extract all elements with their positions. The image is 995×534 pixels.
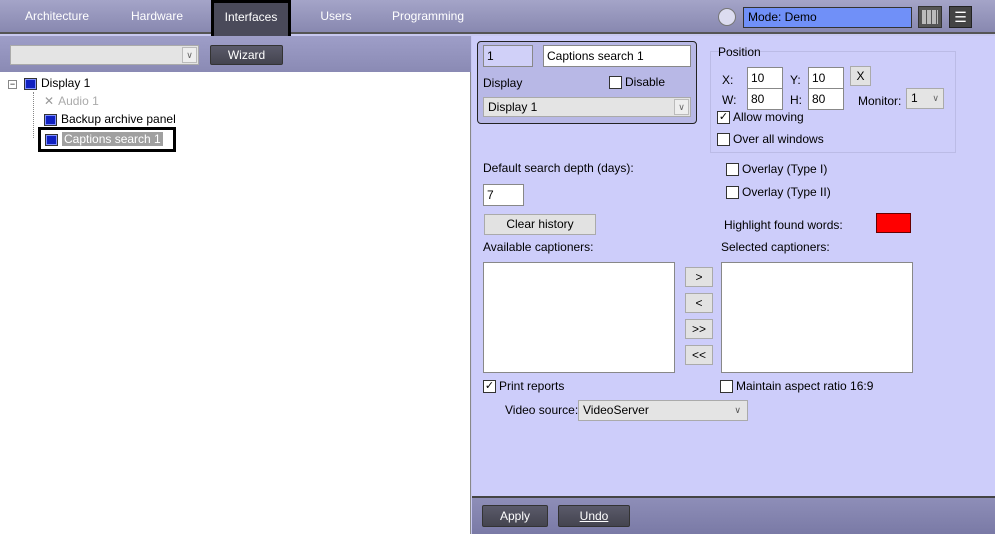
- undo-button[interactable]: Undo: [558, 505, 630, 527]
- x-field[interactable]: 10: [747, 67, 783, 89]
- tree-node-captions-search[interactable]: Captions search 1: [38, 127, 176, 152]
- y-field[interactable]: 10: [808, 67, 844, 89]
- search-depth-field[interactable]: 7: [483, 184, 524, 206]
- h-field[interactable]: 80: [808, 88, 844, 110]
- video-source-select[interactable]: VideoServer ∨: [578, 400, 748, 421]
- mode-icon[interactable]: [718, 8, 736, 26]
- reset-position-button[interactable]: X: [850, 66, 871, 86]
- clear-history-button[interactable]: Clear history: [484, 214, 596, 235]
- settings-panel: 1 Captions search 1 Display Disable Disp…: [472, 36, 995, 496]
- tab-hardware[interactable]: Hardware: [120, 0, 194, 34]
- search-depth-label: Default search depth (days):: [483, 161, 634, 175]
- monitor-icon: [45, 133, 58, 146]
- available-captioners-label: Available captioners:: [483, 240, 594, 254]
- monitor-icon: [44, 113, 57, 126]
- tab-users[interactable]: Users: [312, 0, 360, 34]
- allow-moving-checkbox[interactable]: ✓ Allow moving: [717, 110, 804, 125]
- selected-captioners-label: Selected captioners:: [721, 240, 830, 254]
- chevron-down-icon: ∨: [734, 405, 741, 415]
- disable-checkbox[interactable]: Disable: [609, 75, 666, 90]
- node-label: Audio 1: [58, 94, 99, 108]
- node-label: Backup archive panel: [61, 112, 176, 126]
- node-label: Display 1: [41, 76, 91, 90]
- over-all-windows-checkbox[interactable]: Over all windows: [717, 132, 824, 147]
- aspect-ratio-checkbox[interactable]: Maintain aspect ratio 16:9: [720, 379, 874, 394]
- tree-node-display[interactable]: Display 1: [24, 75, 90, 91]
- highlight-label: Highlight found words:: [724, 218, 843, 232]
- object-tree: − Display 1 ✕ Audio 1 Backup archive pane…: [0, 72, 471, 534]
- object-id-field[interactable]: 1: [483, 45, 533, 67]
- display-select[interactable]: Display 1 ∨: [483, 97, 691, 117]
- checkbox-box: [726, 186, 739, 200]
- object-type-select[interactable]: ∨: [10, 45, 199, 65]
- checkbox-label: Overlay (Type II): [742, 185, 831, 199]
- position-title: Position: [718, 45, 761, 59]
- overlay-type2-checkbox[interactable]: Overlay (Type II): [726, 185, 831, 200]
- move-left-button[interactable]: <: [685, 293, 713, 313]
- checkbox-label: Allow moving: [733, 110, 804, 124]
- tree-node-backup-archive[interactable]: Backup archive panel: [44, 111, 176, 127]
- h-label: H:: [790, 93, 802, 107]
- chevron-down-icon: ∨: [932, 93, 939, 103]
- checkbox-box: [717, 133, 730, 147]
- tab-programming[interactable]: Programming: [390, 0, 466, 34]
- checkbox-box: [609, 76, 622, 90]
- layout-grid-icon[interactable]: [918, 6, 942, 28]
- top-nav-bar: Architecture Hardware Interfaces Users P…: [0, 0, 995, 40]
- move-right-button[interactable]: >: [685, 267, 713, 287]
- move-all-left-button[interactable]: <<: [685, 345, 713, 365]
- checkbox-label: Over all windows: [733, 132, 824, 146]
- print-reports-checkbox[interactable]: ✓ Print reports: [483, 379, 565, 394]
- highlight-color-swatch[interactable]: [876, 213, 911, 233]
- available-captioners-list[interactable]: [483, 262, 675, 373]
- checkbox-label: Print reports: [499, 379, 565, 393]
- checkbox-box: [720, 380, 733, 394]
- node-label: Captions search 1: [62, 132, 163, 146]
- tree-line: [33, 92, 34, 138]
- w-label: W:: [722, 93, 737, 107]
- menu-icon[interactable]: ☰: [949, 6, 972, 28]
- x-label: X:: [722, 73, 734, 87]
- collapse-icon[interactable]: −: [8, 80, 17, 89]
- object-name-field[interactable]: Captions search 1: [543, 45, 691, 67]
- monitor-icon: [24, 77, 37, 90]
- checkbox-label: Disable: [625, 75, 666, 89]
- tree-node-audio[interactable]: ✕ Audio 1: [44, 93, 99, 109]
- checkbox-box: ✓: [483, 380, 496, 394]
- tab-interfaces[interactable]: Interfaces: [211, 0, 291, 40]
- monitor-label: Monitor:: [858, 94, 902, 108]
- checkbox-label: Overlay (Type I): [742, 162, 828, 176]
- chevron-down-icon: ∨: [182, 47, 197, 63]
- w-field[interactable]: 80: [747, 88, 783, 110]
- footer-bar: Apply Undo: [472, 496, 995, 534]
- tab-architecture[interactable]: Architecture: [18, 0, 96, 34]
- tree-toolbar: ∨ Wizard: [0, 36, 471, 72]
- display-label: Display: [483, 76, 523, 90]
- checkbox-box: ✓: [717, 111, 730, 125]
- overlay-type1-checkbox[interactable]: Overlay (Type I): [726, 162, 828, 177]
- mode-indicator[interactable]: Mode: Demo: [743, 7, 912, 28]
- checkbox-box: [726, 163, 739, 177]
- wizard-button[interactable]: Wizard: [210, 45, 283, 65]
- video-source-label: Video source:: [505, 403, 579, 417]
- disabled-x-icon: ✕: [44, 94, 55, 108]
- checkbox-label: Maintain aspect ratio 16:9: [736, 379, 874, 393]
- chevron-down-icon: ∨: [674, 99, 689, 115]
- move-all-right-button[interactable]: >>: [685, 319, 713, 339]
- monitor-select[interactable]: 1 ∨: [906, 88, 944, 109]
- apply-button[interactable]: Apply: [482, 505, 548, 527]
- object-header-group: 1 Captions search 1 Display Disable Disp…: [477, 41, 697, 124]
- y-label: Y:: [790, 73, 801, 87]
- selected-captioners-list[interactable]: [721, 262, 913, 373]
